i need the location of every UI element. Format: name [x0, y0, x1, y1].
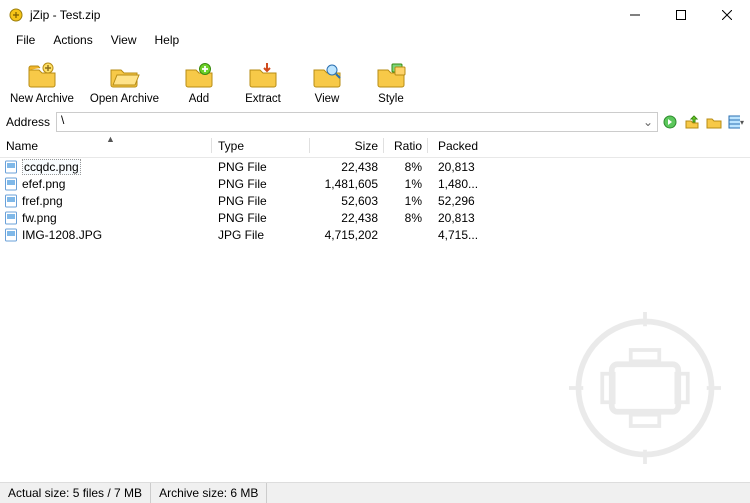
address-input[interactable]: \ ⌄	[56, 112, 658, 132]
file-name: fw.png	[22, 211, 57, 225]
add-icon	[183, 59, 215, 91]
view-icon	[311, 59, 343, 91]
file-packed: 52,296	[428, 194, 488, 208]
file-ratio: 1%	[384, 194, 428, 208]
folder-button[interactable]	[706, 114, 722, 130]
file-icon	[4, 160, 18, 174]
file-type: PNG File	[212, 211, 310, 225]
address-label: Address	[6, 115, 50, 129]
style-label: Style	[378, 93, 404, 105]
menu-file[interactable]: File	[8, 31, 43, 49]
add-button[interactable]: Add	[169, 57, 229, 107]
new-archive-button[interactable]: New Archive	[4, 57, 80, 107]
column-headers: ▲ Name Type Size Ratio Packed	[0, 134, 750, 158]
titlebar: jZip - Test.zip	[0, 0, 750, 30]
new-archive-label: New Archive	[10, 93, 74, 105]
file-size: 22,438	[310, 211, 384, 225]
file-size: 4,715,202	[310, 228, 384, 242]
file-packed: 1,480...	[428, 177, 488, 191]
table-row[interactable]: IMG-1208.JPG JPG File4,715,202 4,715...	[0, 226, 750, 243]
window-controls	[612, 0, 750, 30]
menu-view[interactable]: View	[103, 31, 145, 49]
file-packed: 20,813	[428, 160, 488, 174]
app-icon	[8, 7, 24, 23]
content-area: ▲ Name Type Size Ratio Packed ccqdc.png P…	[0, 134, 750, 496]
file-name: ccqdc.png	[22, 159, 81, 175]
toolbar: New Archive Open Archive Add Extract Vie…	[0, 50, 750, 110]
new-archive-icon	[26, 59, 58, 91]
table-row[interactable]: fw.png PNG File22,4388%20,813	[0, 209, 750, 226]
open-archive-icon	[108, 59, 140, 91]
views-button[interactable]: ▾	[728, 114, 744, 130]
view-button[interactable]: View	[297, 57, 357, 107]
style-button[interactable]: Style	[361, 57, 421, 107]
menubar: File Actions View Help	[0, 30, 750, 50]
window-title: jZip - Test.zip	[30, 8, 100, 22]
table-row[interactable]: efef.png PNG File1,481,6051%1,480...	[0, 175, 750, 192]
status-actual-size: Actual size: 5 files / 7 MB	[0, 483, 151, 503]
file-list: ccqdc.pngPNG File22,4388%20,813efef.pngP…	[0, 158, 750, 243]
file-ratio: 1%	[384, 177, 428, 191]
table-row[interactable]: fref.png PNG File52,6031%52,296	[0, 192, 750, 209]
file-name: efef.png	[22, 177, 65, 191]
address-bar: Address \ ⌄ ▾	[0, 110, 750, 134]
minimize-button[interactable]	[612, 0, 658, 30]
file-name: IMG-1208.JPG	[22, 228, 102, 242]
column-header-name[interactable]: Name	[0, 134, 212, 157]
file-type: PNG File	[212, 194, 310, 208]
chevron-down-icon[interactable]: ⌄	[643, 115, 653, 129]
file-packed: 4,715...	[428, 228, 488, 242]
file-name: fref.png	[22, 194, 63, 208]
add-label: Add	[189, 93, 209, 105]
view-label: View	[315, 93, 340, 105]
extract-icon	[247, 59, 279, 91]
file-icon	[4, 177, 18, 191]
file-ratio: 8%	[384, 160, 428, 174]
address-value: \	[61, 113, 64, 127]
status-archive-size: Archive size: 6 MB	[151, 483, 267, 503]
file-packed: 20,813	[428, 211, 488, 225]
file-size: 52,603	[310, 194, 384, 208]
column-header-packed[interactable]: Packed	[428, 134, 488, 157]
file-icon	[4, 194, 18, 208]
file-type: JPG File	[212, 228, 310, 242]
file-type: PNG File	[212, 160, 310, 174]
table-row[interactable]: ccqdc.png PNG File22,4388%20,813	[0, 158, 750, 175]
file-size: 1,481,605	[310, 177, 384, 191]
style-icon	[375, 59, 407, 91]
column-header-ratio[interactable]: Ratio	[384, 134, 428, 157]
menu-help[interactable]: Help	[147, 31, 188, 49]
up-button[interactable]	[684, 114, 700, 130]
close-button[interactable]	[704, 0, 750, 30]
statusbar: Actual size: 5 files / 7 MB Archive size…	[0, 482, 750, 503]
file-type: PNG File	[212, 177, 310, 191]
open-archive-label: Open Archive	[90, 93, 159, 105]
file-icon	[4, 211, 18, 225]
extract-button[interactable]: Extract	[233, 57, 293, 107]
watermark-icon	[550, 293, 740, 486]
file-size: 22,438	[310, 160, 384, 174]
column-header-size[interactable]: Size	[310, 134, 384, 157]
menu-actions[interactable]: Actions	[45, 31, 100, 49]
go-button[interactable]	[662, 114, 678, 130]
file-icon	[4, 228, 18, 242]
maximize-button[interactable]	[658, 0, 704, 30]
column-header-type[interactable]: Type	[212, 134, 310, 157]
file-ratio: 8%	[384, 211, 428, 225]
extract-label: Extract	[245, 93, 281, 105]
open-archive-button[interactable]: Open Archive	[84, 57, 165, 107]
